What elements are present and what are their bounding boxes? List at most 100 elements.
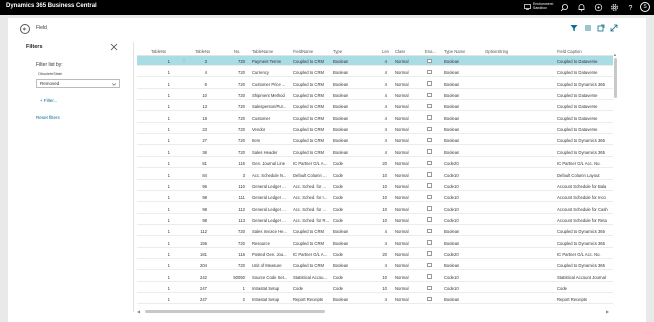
cell-class: Normal xyxy=(395,263,409,269)
cell-field-caption: Coupled to Dynamics 365 xyxy=(557,81,605,87)
cell-field-caption: Coupled to Dataverse xyxy=(557,115,598,121)
cell-class: Normal xyxy=(395,70,409,76)
cell-tablename: General Ledger ... xyxy=(252,206,286,212)
enabled-checkbox[interactable] xyxy=(427,240,432,245)
enabled-checkbox[interactable] xyxy=(427,285,432,290)
table-row[interactable]: 1 98 113 General Ledger ... Acc. Sched. for … xyxy=(137,215,613,225)
filter-icon[interactable] xyxy=(570,24,578,32)
enabled-checkbox[interactable] xyxy=(427,251,432,256)
enabled-checkbox[interactable] xyxy=(427,274,432,279)
table-row[interactable]: 1 247 1 Intrastat Setup Code Code 10 Normal Code… xyxy=(137,283,613,293)
table-row[interactable]: 1 112 720 Sales Invoice He... Coupled to CRM… xyxy=(137,226,613,237)
col-header-class[interactable]: Class xyxy=(395,49,405,54)
table-row[interactable]: 1 23 720 Vendor Coupled to CRM Boolean 4 Normal… xyxy=(137,124,613,135)
enabled-checkbox[interactable] xyxy=(427,126,432,132)
cell-tableno-2: 3 xyxy=(204,59,207,64)
cell-len: 4 xyxy=(384,59,387,64)
table-row[interactable]: 1 6 720 Customer Price ... Coupled to CRM Boo… xyxy=(137,79,613,89)
enabled-checkbox[interactable] xyxy=(427,58,432,63)
gear-icon[interactable] xyxy=(610,3,619,12)
horizontal-scrollbar[interactable] xyxy=(145,310,325,313)
filter-value-dropdown[interactable]: Removed xyxy=(36,79,120,88)
table-row[interactable]: 1 98 112 General Ledger ... Acc. Sched. for … xyxy=(137,204,613,214)
bell-icon[interactable] xyxy=(577,3,586,12)
col-header-no[interactable]: No. xyxy=(234,49,241,54)
list-view-icon[interactable] xyxy=(584,24,592,32)
table-row[interactable]: 1 27 720 Item Coupled to CRM Boolean 4 Normal Bo… xyxy=(137,135,613,146)
table-row[interactable]: 1 156 720 Resource Coupled to CRM Boolean 4 Nor… xyxy=(137,238,613,248)
cell-no: 720 xyxy=(238,263,245,269)
close-icon[interactable] xyxy=(110,43,118,51)
table-row[interactable]: 1 13 720 Salesperson/Pur... Coupled to CRM Bo… xyxy=(137,101,613,112)
enabled-checkbox[interactable] xyxy=(427,103,432,109)
table-row[interactable]: 1 10 720 Shipment Method Coupled to CRM Boole… xyxy=(137,90,613,101)
enabled-checkbox[interactable] xyxy=(427,194,432,200)
col-header-type-name[interactable]: Type Name xyxy=(444,49,465,54)
environment-label[interactable]: Environment: Sandbox xyxy=(533,2,554,10)
table-row[interactable]: 1 36 720 Sales Header Coupled to CRM Boolean 4… xyxy=(137,147,613,157)
table-row[interactable]: 1 81 116 Gen. Journal Line IC Partner G/L A.… xyxy=(137,158,613,169)
share-icon[interactable] xyxy=(597,24,605,32)
cell-no: 720 xyxy=(238,115,245,121)
row-actions-icon[interactable]: ⋮ xyxy=(182,58,186,63)
enabled-checkbox[interactable] xyxy=(427,69,432,75)
table-row[interactable]: 1 84 3 Acc. Schedule N... Default Column ...… xyxy=(137,170,613,180)
col-header-tableno-1[interactable]: TableNo xyxy=(151,49,166,54)
scroll-right-icon[interactable]: ▶ xyxy=(606,309,609,314)
col-header-fieldname[interactable]: FieldName xyxy=(293,49,313,54)
cell-len: 4 xyxy=(384,149,387,155)
user-avatar[interactable]: S xyxy=(640,2,650,12)
cell-field-caption: Coupled to Dataverse xyxy=(557,59,598,64)
cell-type: Boolean xyxy=(333,138,349,144)
cell-fieldname: Default Column ... xyxy=(293,172,327,178)
col-header-type[interactable]: Type xyxy=(333,49,342,54)
cell-type-name: Boolean xyxy=(444,229,460,235)
col-header-tablename[interactable]: TableName xyxy=(252,49,273,54)
enabled-checkbox[interactable] xyxy=(427,115,432,120)
table-row[interactable]: 1 4 720 Currency Coupled to CRM Boolean 4 Norma… xyxy=(137,67,613,78)
vertical-scrollbar[interactable] xyxy=(614,58,617,98)
enabled-checkbox[interactable] xyxy=(427,81,432,86)
enabled-checkbox[interactable] xyxy=(427,228,432,234)
table-row[interactable]: 1 247 2 Intrastat Setup Report Receipts Boole… xyxy=(137,294,613,305)
cell-type-name: Code10 xyxy=(444,183,459,189)
cell-len: 10 xyxy=(382,183,387,189)
table-row[interactable]: 1 18 720 Customer Coupled to CRM Boolean 4 Norm… xyxy=(137,113,613,123)
search-icon[interactable] xyxy=(560,3,569,12)
cell-type-name: Boolean xyxy=(444,59,460,64)
scroll-left-icon[interactable]: ◀ xyxy=(137,309,140,314)
cell-tableno-2: 112 xyxy=(200,229,207,235)
col-header-len[interactable]: Len xyxy=(382,49,389,54)
expand-icon[interactable] xyxy=(610,24,618,32)
enabled-checkbox[interactable] xyxy=(427,296,432,302)
enabled-checkbox[interactable] xyxy=(427,262,432,268)
enabled-checkbox[interactable] xyxy=(427,206,432,211)
back-arrow-icon[interactable] xyxy=(20,24,30,34)
enabled-checkbox[interactable] xyxy=(427,172,432,177)
table-row[interactable]: 1 204 720 Unit of Measure Coupled to CRM Bool… xyxy=(137,260,613,271)
enabled-checkbox[interactable] xyxy=(427,92,432,98)
col-header-field-caption[interactable]: Field Caption xyxy=(557,49,582,54)
table-row[interactable]: 1 242 50050 Source Code Set... Statistical A… xyxy=(137,272,613,282)
cell-no: 116 xyxy=(238,161,245,167)
table-row[interactable]: 1 96 110 General Ledger ... Acc. Sched. for … xyxy=(137,181,613,191)
enabled-checkbox[interactable] xyxy=(427,149,432,154)
table-row[interactable]: 1 98 111 General Ledger ... Acc. Sched. for … xyxy=(137,192,613,203)
assist-icon[interactable] xyxy=(594,3,603,12)
enabled-checkbox[interactable] xyxy=(427,137,432,143)
filter-field-label[interactable]: ObsoleteState xyxy=(38,72,62,76)
enabled-checkbox[interactable] xyxy=(427,217,432,222)
enabled-checkbox[interactable] xyxy=(427,183,432,188)
table-row[interactable]: 1 3 720 Payment Terms Coupled to CRM Boolean 4… xyxy=(137,56,613,66)
cell-tableno-2: 247 xyxy=(200,297,207,303)
reset-filters-link[interactable]: Reset filters xyxy=(36,115,60,120)
col-header-tableno-2[interactable]: TableNo xyxy=(195,49,210,54)
cell-tableno-1: 1 xyxy=(167,297,170,303)
enabled-checkbox[interactable] xyxy=(427,160,432,166)
col-header-option-string[interactable]: OptionString xyxy=(485,49,508,54)
help-icon[interactable]: ? xyxy=(626,3,635,12)
scroll-up-icon[interactable]: ▲ xyxy=(613,52,617,57)
add-filter-link[interactable]: + Filter... xyxy=(40,98,57,103)
table-row[interactable]: 1 181 116 Posted Gen. Jou... IC Partner G/L … xyxy=(137,249,613,259)
col-header-enabled[interactable]: Ena... xyxy=(425,49,436,54)
